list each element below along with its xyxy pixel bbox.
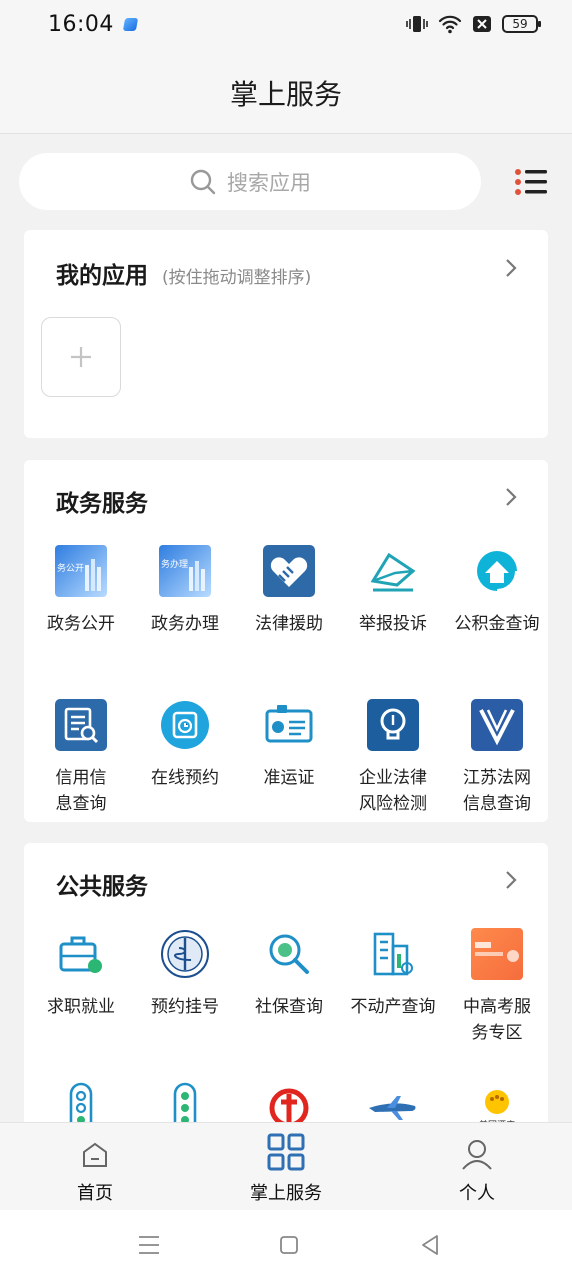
person-icon	[462, 1140, 492, 1170]
chevron-right-icon[interactable]	[504, 869, 518, 891]
add-app-button[interactable]	[41, 317, 121, 397]
app-label: 公积金查询	[454, 614, 540, 634]
app-label: 中高考服务专区	[463, 997, 531, 1043]
tab-label: 个人	[459, 1183, 495, 1204]
system-nav-bar	[0, 1210, 572, 1280]
my-apps-title: 我的应用	[56, 263, 148, 289]
no-sim-icon	[473, 16, 491, 32]
svg-text:务办理: 务办理	[161, 558, 188, 570]
exam-banner-icon	[471, 928, 523, 980]
tab-label: 首页	[77, 1183, 113, 1204]
search-row: 搜索应用	[0, 135, 572, 230]
app-job-seeking[interactable]: 求职就业	[29, 928, 133, 1020]
social-security-search-icon	[269, 934, 309, 974]
app-label: 不动产查询	[350, 997, 436, 1017]
home-icon	[83, 1142, 107, 1167]
app-label: 政务办理	[151, 614, 219, 634]
gov-handle-icon: 务办理	[159, 545, 211, 597]
title-bar: 掌上服务	[0, 52, 572, 134]
list-menu-icon[interactable]	[514, 168, 548, 196]
back-nav-icon[interactable]	[420, 1234, 440, 1256]
tab-label: 掌上服务	[250, 1183, 322, 1204]
lightbulb-icon	[367, 699, 419, 751]
my-apps-card: 我的应用 (按住拖动调整排序)	[24, 230, 548, 438]
gov-services-header: 政务服务	[56, 484, 148, 518]
app-gov-public[interactable]: 务公开 政务公开	[29, 545, 133, 637]
handshake-icon	[263, 545, 315, 597]
plus-icon	[71, 347, 91, 367]
credit-search-icon	[55, 699, 107, 751]
public-services-title: 公共服务	[56, 874, 148, 900]
status-icons: 59	[406, 14, 541, 34]
public-services-card: 公共服务 求职就业 预约挂号 社保查询 不动产查询 中高考服务专区	[24, 843, 548, 1133]
grid-icon	[267, 1133, 305, 1171]
vibrate-icon	[406, 16, 428, 32]
tab-profile[interactable]: 个人	[382, 1123, 572, 1211]
app-real-estate[interactable]: 不动产查询	[341, 928, 445, 1020]
bottom-tab-bar: 首页 掌上服务 个人	[0, 1122, 572, 1210]
clock-calendar-icon	[161, 701, 209, 749]
app-label: 法律援助	[255, 614, 323, 634]
app-label: 企业法律风险检测	[359, 768, 427, 814]
app-label: 社保查询	[255, 997, 323, 1017]
building-icon	[373, 932, 413, 976]
app-credit-info[interactable]: 信用信息查询	[29, 699, 133, 817]
app-label: 举报投诉	[359, 614, 427, 634]
gov-services-card: 政务服务 务公开 政务公开 务办理 政务办理 法律援助 举报投诉 公积金查询 信…	[24, 460, 548, 822]
menu-nav-icon[interactable]	[138, 1235, 160, 1255]
app-notification-icon	[122, 18, 139, 31]
v-logo-icon	[471, 699, 523, 751]
public-services-header: 公共服务	[56, 867, 148, 901]
briefcase-icon	[59, 936, 102, 973]
app-enterprise-legal-risk[interactable]: 企业法律风险检测	[341, 699, 445, 817]
app-label: 求职就业	[47, 997, 115, 1017]
app-report-complaint[interactable]: 举报投诉	[341, 545, 445, 637]
app-label: 江苏法网信息查询	[463, 768, 531, 814]
app-legal-aid[interactable]: 法律援助	[237, 545, 341, 637]
app-jiangsu-law-net[interactable]: 江苏法网信息查询	[445, 699, 549, 817]
app-gov-handle[interactable]: 务办理 政务办理	[133, 545, 237, 637]
wifi-icon	[438, 15, 462, 34]
search-input[interactable]: 搜索应用	[19, 153, 481, 210]
app-transport-permit[interactable]: 准运证	[237, 699, 341, 791]
app-label: 准运证	[263, 768, 315, 788]
who-emblem-icon	[161, 930, 209, 978]
status-time: 16:04	[48, 12, 114, 37]
my-apps-hint: (按住拖动调整排序)	[162, 268, 312, 288]
app-online-booking[interactable]: 在线预约	[133, 699, 237, 791]
app-housing-fund[interactable]: 公积金查询	[445, 545, 549, 637]
search-placeholder: 搜索应用	[227, 170, 311, 195]
gov-services-title: 政务服务	[56, 491, 148, 517]
chevron-right-icon[interactable]	[504, 257, 518, 279]
battery-indicator: 59	[502, 15, 541, 33]
chevron-right-icon[interactable]	[504, 486, 518, 508]
envelope-icon	[370, 552, 416, 592]
app-label: 在线预约	[151, 768, 219, 788]
search-icon	[190, 169, 216, 194]
app-hospital-booking[interactable]: 预约挂号	[133, 928, 237, 1020]
tab-home[interactable]: 首页	[0, 1123, 190, 1211]
svg-text:务公开: 务公开	[57, 562, 84, 574]
status-bar: 16:04 59	[0, 0, 572, 52]
page-title: 掌上服务	[229, 78, 342, 111]
gov-public-icon: 务公开	[55, 545, 107, 597]
app-exam-services[interactable]: 中高考服务专区	[445, 928, 548, 1046]
app-label: 政务公开	[47, 614, 115, 634]
home-nav-icon[interactable]	[279, 1235, 299, 1255]
app-social-security[interactable]: 社保查询	[237, 928, 341, 1020]
house-fund-icon	[477, 551, 519, 593]
app-label: 信用信息查询	[55, 768, 107, 814]
app-label: 预约挂号	[151, 997, 219, 1017]
my-apps-header: 我的应用 (按住拖动调整排序)	[56, 256, 311, 290]
id-card-icon	[265, 705, 313, 743]
tab-services[interactable]: 掌上服务	[191, 1123, 381, 1211]
